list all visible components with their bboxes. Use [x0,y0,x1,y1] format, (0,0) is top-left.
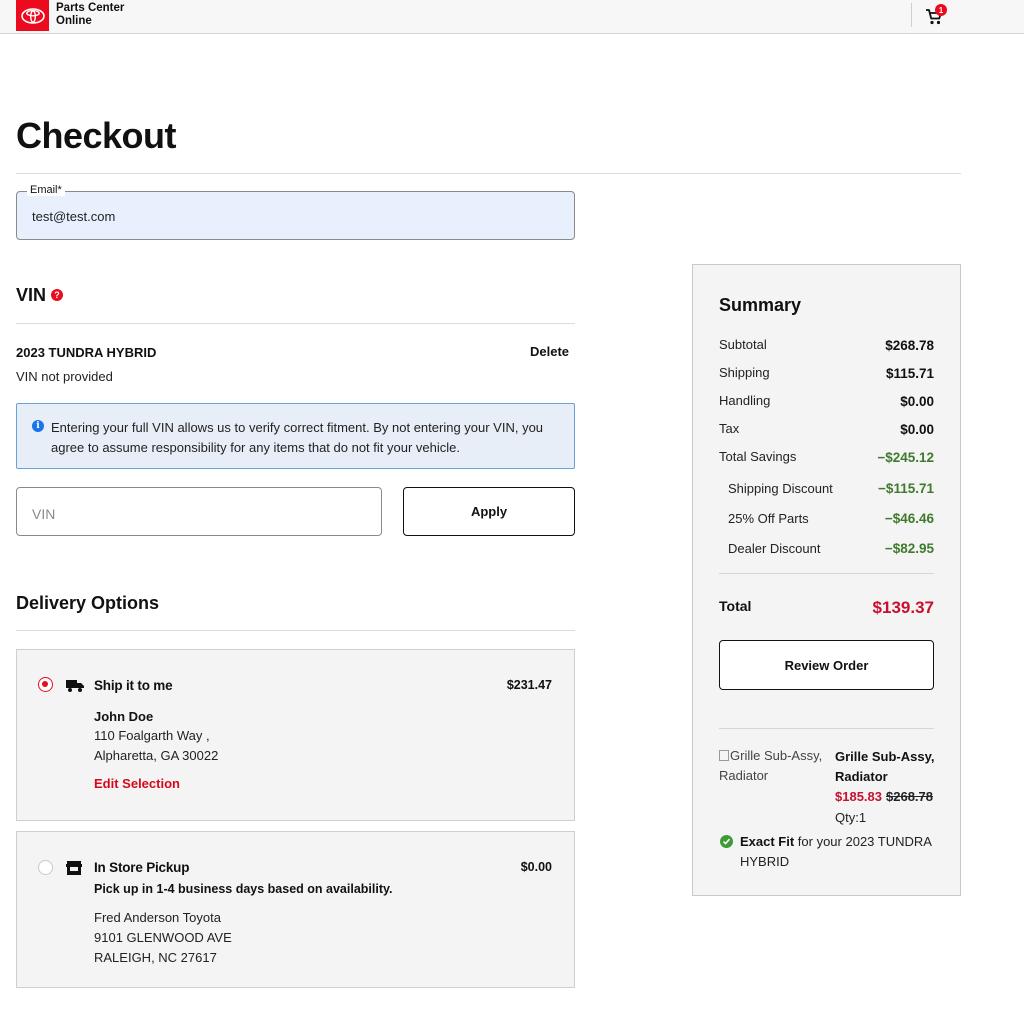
email-label: Email* [27,184,65,196]
brand-name[interactable]: Parts Center Online [56,2,124,28]
total-value: $139.37 [872,598,934,617]
fitment-label: Exact Fit [740,834,795,849]
vehicle-name: 2023 TUNDRA HYBRID [16,345,157,360]
vin-status: VIN not provided [16,369,113,384]
edit-selection-link[interactable]: Edit Selection [94,776,180,791]
summary-label-tax: Tax [719,421,740,436]
pickup-address-line-2: RALEIGH, NC 27617 [94,950,217,965]
summary-divider-items [719,728,934,729]
product-image[interactable]: Grille Sub-Assy, Radiator [719,746,823,786]
apply-vin-button[interactable]: Apply [403,487,575,536]
total-label: Total [719,598,752,614]
header-divider [911,3,912,27]
summary-value-shipping-discount: −$115.71 [878,481,934,496]
summary-value-tax: $0.00 [900,422,934,437]
in-store-pickup-title: In Store Pickup [94,860,190,875]
toyota-emblem-icon [20,7,45,24]
summary-value-handling: $0.00 [900,394,934,409]
help-icon[interactable]: ? [51,289,63,301]
ship-to-me-title: Ship it to me [94,678,173,693]
in-store-pickup-price: $0.00 [520,860,552,874]
summary-label-shipping: Shipping [719,365,770,380]
broken-image-icon [719,750,729,761]
ship-recipient-name: John Doe [94,709,154,724]
in-store-pickup-radio[interactable] [38,860,53,875]
summary-value-total-savings: −$245.12 [877,450,934,465]
truck-icon [66,680,84,692]
product-image-alt-text: Grille Sub-Assy, Radiator [719,748,823,783]
pickup-availability-note: Pick up in 1-4 business days based on av… [94,882,393,896]
vin-info-text: Entering your full VIN allows us to veri… [51,420,544,455]
brand-line-1: Parts Center [56,2,125,14]
info-icon: i [32,420,44,432]
fitment-status: Exact Fit for your 2023 TUNDRA HYBRID [740,832,945,872]
ship-to-me-radio[interactable] [38,677,53,692]
title-divider [16,173,961,174]
ship-address-line-1: 110 Foalgarth Way , [94,728,210,743]
check-circle-icon [720,835,733,848]
product-sale-price: $185.83 [835,789,882,804]
vin-divider [16,323,575,324]
page-title: Checkout [16,115,177,156]
pickup-address-line-1: 9101 GLENWOOD AVE [94,930,232,945]
vin-input[interactable] [16,487,382,536]
vin-input-placeholder: VIN [32,506,56,522]
summary-divider-total [719,573,934,574]
store-icon [66,861,82,875]
summary-label-dealer-discount: Dealer Discount [728,541,821,556]
summary-label-parts-discount: 25% Off Parts [728,511,809,526]
summary-heading: Summary [719,295,802,315]
delete-vehicle-button[interactable]: Delete [530,344,569,359]
product-original-price: $268.78 [886,789,933,804]
review-order-button[interactable]: Review Order [719,640,934,690]
vin-heading: VIN [16,285,47,305]
summary-label-total-savings: Total Savings [719,449,797,464]
cart-count-badge: 1 [935,4,947,16]
summary-label-shipping-discount: Shipping Discount [728,481,833,496]
product-quantity: Qty:1 [835,810,867,825]
summary-value-shipping: $115.71 [885,366,934,381]
brand-line-2: Online [56,15,92,27]
summary-value-parts-discount: −$46.46 [884,511,934,526]
top-bar: Parts Center Online 1 [0,0,1024,34]
ship-to-me-price: $231.47 [506,678,552,692]
summary-value-subtotal: $268.78 [885,338,934,353]
toyota-logo[interactable] [16,0,49,31]
summary-label-handling: Handling [719,393,771,408]
summary-value-dealer-discount: −$82.95 [884,541,934,556]
delivery-options-heading: Delivery Options [16,593,160,613]
product-name: Grille Sub-Assy, Radiator [835,749,935,784]
delivery-divider [16,630,575,631]
summary-label-subtotal: Subtotal [719,337,767,352]
ship-address-line-2: Alpharetta, GA 30022 [94,748,219,763]
email-value: test@test.com [32,209,116,224]
pickup-store-name: Fred Anderson Toyota [94,910,221,925]
